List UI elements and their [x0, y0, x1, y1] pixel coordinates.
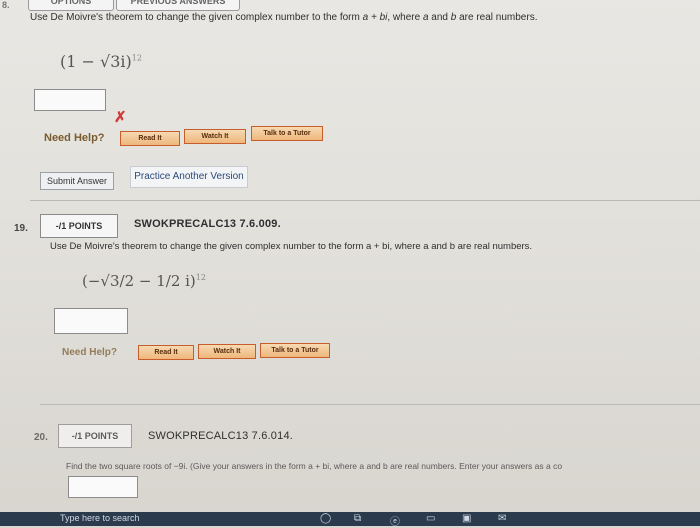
taskbar-search[interactable]: Type here to search — [60, 513, 140, 523]
q19-answer-input[interactable] — [54, 308, 128, 334]
q19-points-box: -/1 POINTS — [40, 214, 118, 238]
q19-talk-to-tutor-button[interactable]: Talk to a Tutor — [260, 343, 330, 358]
file-explorer-icon[interactable]: ▭ — [426, 513, 435, 524]
q20-instruction: Find the two square roots of −9i. (Give … — [66, 461, 563, 471]
task-view-icon[interactable]: ⧉ — [354, 513, 361, 524]
q18-answer-input[interactable] — [34, 89, 106, 111]
q19-expression-base: (−√3/2 − 1/2 i) — [82, 272, 196, 290]
q18-expression-base: 1 − √3i — [66, 52, 126, 71]
q19-expression: (−√3/2 − 1/2 i)12 — [82, 272, 206, 290]
q18-watch-it-button[interactable]: Watch It — [184, 129, 246, 144]
incorrect-x-icon: ✗ — [114, 109, 127, 126]
submit-answer-button[interactable]: Submit Answer — [40, 172, 114, 190]
q18-read-it-button[interactable]: Read It — [120, 131, 180, 146]
q18-instruction-text: Use De Moivre's theorem to change the gi… — [30, 12, 363, 23]
q18-instruction-and: and — [428, 12, 451, 23]
q19-number: 19. — [14, 223, 28, 234]
previous-answers-tab[interactable]: PREVIOUS ANSWERS — [116, 0, 240, 11]
q19-need-help-label: Need Help? — [62, 347, 118, 358]
options-tab[interactable]: OPTIONS — [28, 0, 114, 11]
webassign-page: 8. OPTIONS PREVIOUS ANSWERS Use De Moivr… — [0, 0, 700, 528]
q19-instruction: Use De Moivre's theorem to change the gi… — [50, 241, 533, 252]
q18-need-help-label: Need Help? — [44, 132, 105, 144]
previous-question-number: 8. — [2, 0, 10, 10]
q18-exponent: 12 — [131, 53, 142, 63]
q20-answer-input[interactable] — [68, 476, 138, 498]
q18-instruction-mid: , where — [387, 12, 423, 23]
store-icon[interactable]: ▣ — [462, 513, 471, 524]
practice-another-version-button[interactable]: Practice Another Version — [130, 166, 248, 188]
question-divider — [30, 200, 700, 201]
q19-code: SWOKPRECALC13 7.6.009. — [134, 218, 281, 230]
question-divider — [40, 404, 700, 405]
os-taskbar: Type here to search ◯ ⧉ ⓔ ▭ ▣ ✉ — [0, 512, 700, 528]
q20-points-box: -/1 POINTS — [58, 424, 132, 448]
cortana-icon[interactable]: ◯ — [320, 513, 331, 524]
q18-form: a + bi — [362, 12, 388, 23]
mail-icon[interactable]: ✉ — [498, 513, 506, 524]
q18-expression: (1 − √3i)12 — [60, 52, 142, 71]
q19-read-it-button[interactable]: Read It — [138, 345, 194, 360]
q20-code: SWOKPRECALC13 7.6.014. — [148, 430, 294, 442]
q20-number: 20. — [34, 432, 48, 443]
q19-watch-it-button[interactable]: Watch It — [198, 344, 256, 359]
q19-exponent: 12 — [195, 273, 206, 282]
q18-talk-to-tutor-button[interactable]: Talk to a Tutor — [251, 126, 323, 141]
q18-instruction-end: are real numbers. — [456, 12, 538, 23]
q18-instruction: Use De Moivre's theorem to change the gi… — [30, 12, 537, 23]
